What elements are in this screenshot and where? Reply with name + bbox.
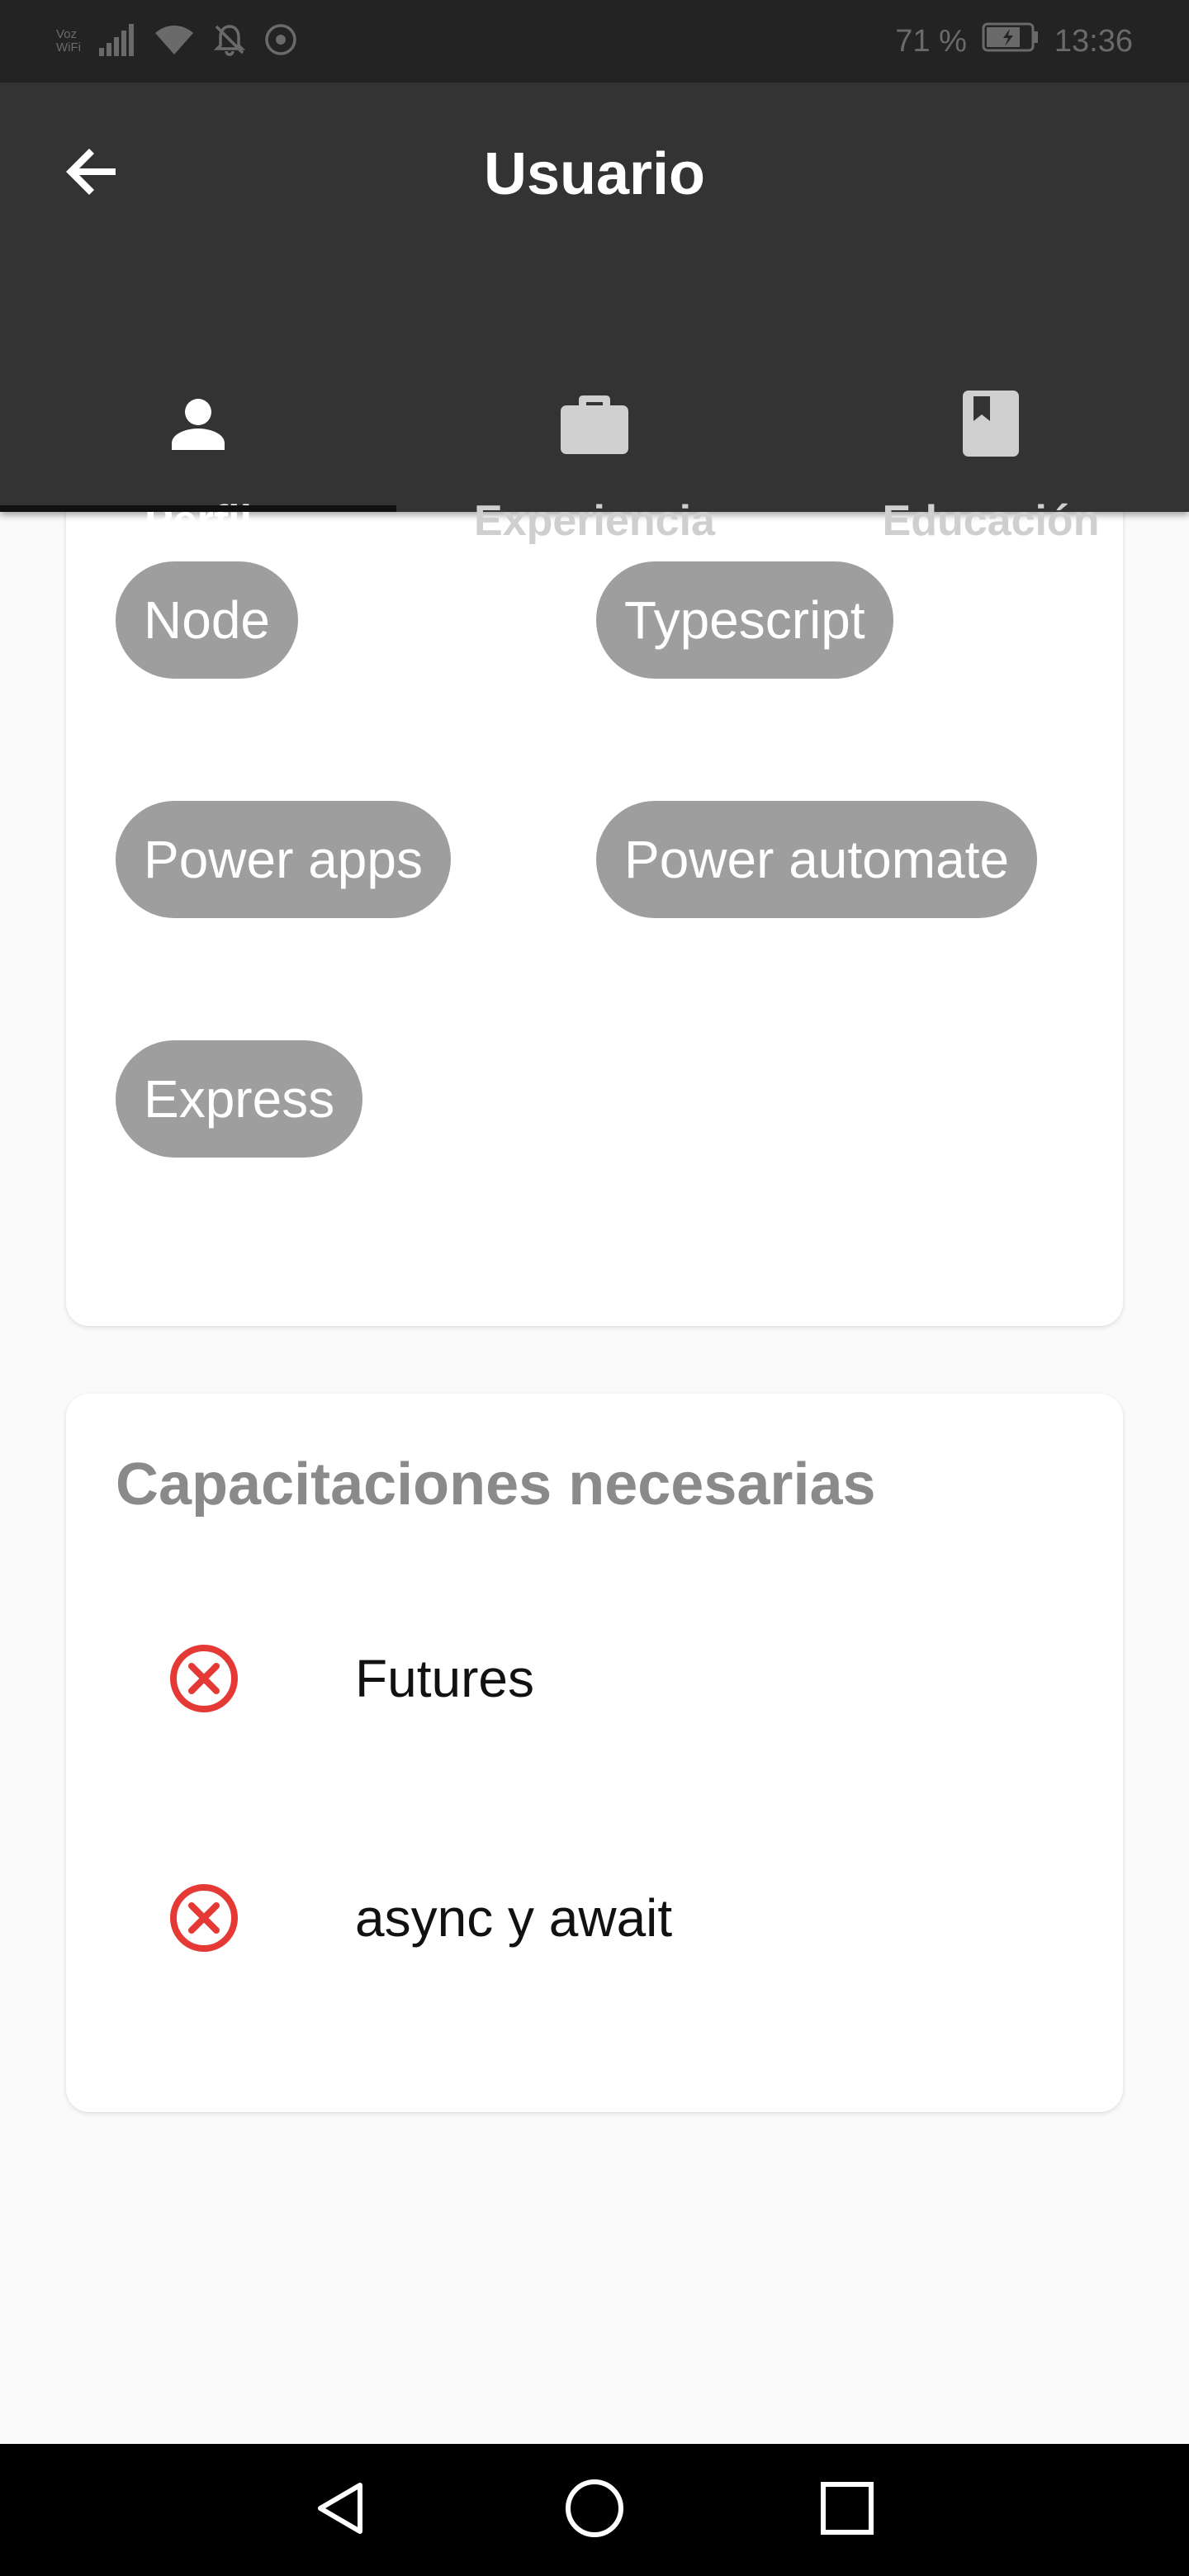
status-right: 71 % 13:36 [895, 20, 1133, 63]
tab-experiencia[interactable]: Experiencia [396, 83, 793, 545]
skills-card: Node Typescript Power apps Power automat… [66, 462, 1123, 1326]
training-item-label: async y await [355, 1888, 673, 1948]
battery-percent: 71 % [895, 23, 967, 59]
wifi-icon [154, 23, 195, 60]
bell-off-icon [213, 23, 246, 60]
training-card: Capacitaciones necesarias Futures async … [66, 1394, 1123, 2112]
tab-experiencia-label: Experiencia [474, 497, 715, 545]
network-line-1: Voz [56, 27, 78, 41]
book-icon [962, 390, 1020, 462]
skill-chip-typescript[interactable]: Typescript [596, 561, 893, 679]
tab-perfil[interactable]: Perfil [0, 83, 396, 545]
home-circle-icon [564, 2478, 625, 2543]
training-item: async y await [66, 1851, 1123, 1983]
cancel-circle-icon [168, 1882, 239, 1953]
tab-experiencia-icon-wrap [396, 388, 793, 462]
training-title: Capacitaciones necesarias [116, 1451, 876, 1518]
battery-icon [982, 22, 1040, 60]
skill-chip-express[interactable]: Express [116, 1040, 363, 1158]
network-line-2: WiFi [56, 40, 81, 54]
tab-indicator [0, 505, 396, 512]
tab-bar: Perfil Experiencia Educación [0, 297, 1189, 545]
tab-educacion-icon-wrap [793, 388, 1189, 462]
training-item-label: Futures [355, 1649, 534, 1708]
app-bar: Usuario Perfil Experiencia Educación [0, 83, 1189, 545]
tab-perfil-label: Perfil [144, 497, 253, 545]
nav-home-button[interactable] [561, 2477, 628, 2543]
training-item: Futures [66, 1612, 1123, 1744]
signal-icon [99, 23, 135, 60]
tab-educacion[interactable]: Educación [793, 83, 1189, 545]
location-icon [264, 23, 297, 60]
system-nav-bar [0, 2444, 1189, 2576]
tab-educacion-label: Educación [882, 497, 1100, 545]
tab-perfil-icon-wrap [0, 388, 396, 462]
recents-square-icon [820, 2481, 874, 2540]
back-triangle-icon [312, 2479, 372, 2542]
voz-wifi-label: Voz WiFi [56, 28, 81, 54]
skill-chip-power-apps[interactable]: Power apps [116, 801, 451, 918]
person-icon [168, 394, 228, 457]
status-left: Voz WiFi [56, 20, 297, 63]
status-bar: Voz WiFi 71 % 13:36 [0, 0, 1189, 83]
nav-back-button[interactable] [309, 2477, 375, 2543]
cancel-circle-icon [168, 1643, 239, 1714]
nav-recents-button[interactable] [814, 2477, 880, 2543]
screen: Voz WiFi 71 % 13:36 Usuario Perfil Exper… [0, 0, 1189, 2576]
skill-chip-node[interactable]: Node [116, 561, 298, 679]
briefcase-icon [560, 392, 629, 459]
clock: 13:36 [1054, 23, 1133, 59]
skill-chip-power-automate[interactable]: Power automate [596, 801, 1038, 918]
